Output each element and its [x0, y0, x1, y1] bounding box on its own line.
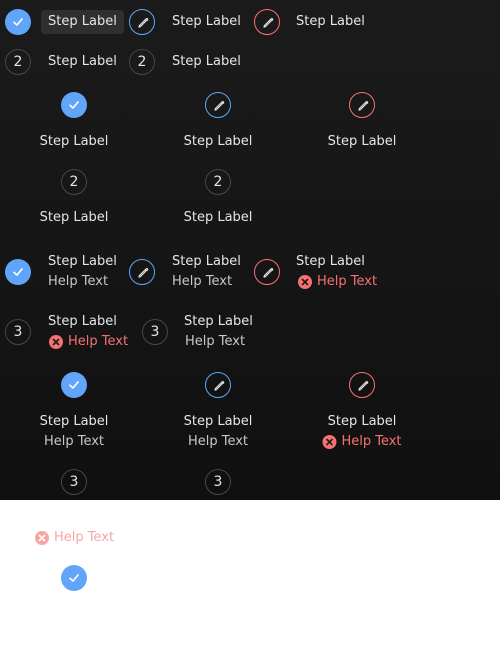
error-x-icon: [35, 531, 49, 545]
error-x-icon: [49, 335, 63, 349]
step-help-text: Help Text: [185, 334, 246, 349]
step-label[interactable]: Step Label: [48, 54, 117, 70]
error-x-icon: [298, 275, 312, 289]
error-x-icon: [322, 435, 337, 449]
step-number-3[interactable]: 3: [142, 319, 168, 345]
step-number-2[interactable]: 2: [129, 49, 155, 75]
step-label[interactable]: Step Label: [40, 414, 109, 430]
step-label[interactable]: Step Label: [40, 210, 109, 226]
step-edit-error-pencil-icon[interactable]: [254, 9, 280, 35]
step-error-text: Help Text: [68, 334, 129, 349]
step-edit-pencil-icon[interactable]: [205, 372, 231, 398]
step-help-text: Help Text: [43, 434, 105, 449]
step-number-2[interactable]: 2: [205, 169, 231, 195]
step-complete-check-icon[interactable]: [61, 565, 87, 591]
step-number-3[interactable]: 3: [205, 469, 231, 495]
step-complete-check-icon[interactable]: [5, 259, 31, 285]
step-error-help: Help Text: [298, 274, 377, 290]
step-label[interactable]: Step Label: [172, 54, 241, 70]
step-error-help: Help Text: [49, 334, 128, 350]
step-label[interactable]: Step Label: [184, 414, 253, 430]
step-label[interactable]: Step Label: [328, 414, 397, 430]
step-label[interactable]: Step Label: [184, 134, 253, 150]
step-label[interactable]: Step Label: [41, 10, 124, 34]
step-error-text: Help Text: [341, 434, 402, 449]
step-error-help: Help Text: [35, 530, 114, 546]
step-label[interactable]: Step Label: [296, 14, 365, 30]
step-complete-check-icon[interactable]: [5, 9, 31, 35]
step-help-text: Help Text: [187, 434, 249, 449]
step-number-3[interactable]: 3: [61, 469, 87, 495]
step-edit-error-pencil-icon[interactable]: [349, 92, 375, 118]
step-help-text: Help Text: [48, 274, 109, 289]
step-help-text: Help Text: [172, 274, 233, 289]
step-label[interactable]: Step Label: [48, 254, 117, 270]
step-number-2[interactable]: 2: [61, 169, 87, 195]
step-label[interactable]: Step Label: [328, 134, 397, 150]
step-label[interactable]: Step Label: [172, 14, 241, 30]
step-edit-error-pencil-icon[interactable]: [254, 259, 280, 285]
step-error-text: Help Text: [317, 274, 378, 289]
step-complete-check-icon[interactable]: [61, 372, 87, 398]
step-edit-pencil-icon[interactable]: [129, 259, 155, 285]
step-label[interactable]: Step Label: [184, 210, 253, 226]
step-complete-check-icon[interactable]: [61, 92, 87, 118]
step-number-2[interactable]: 2: [5, 49, 31, 75]
step-error-text: Help Text: [54, 530, 115, 545]
step-label[interactable]: Step Label: [296, 254, 365, 270]
step-edit-pencil-icon[interactable]: [129, 9, 155, 35]
step-label[interactable]: Step Label: [40, 134, 109, 150]
dark-theme-panel: Step Label Step Label Step Label 2 Step …: [0, 0, 500, 500]
step-label[interactable]: Step Label: [48, 314, 117, 330]
step-edit-error-pencil-icon[interactable]: [349, 372, 375, 398]
step-error-help: Help Text: [322, 434, 402, 450]
step-label[interactable]: Step Label: [172, 254, 241, 270]
step-number-3[interactable]: 3: [5, 319, 31, 345]
step-label[interactable]: Step Label: [184, 314, 253, 330]
step-edit-pencil-icon[interactable]: [205, 92, 231, 118]
